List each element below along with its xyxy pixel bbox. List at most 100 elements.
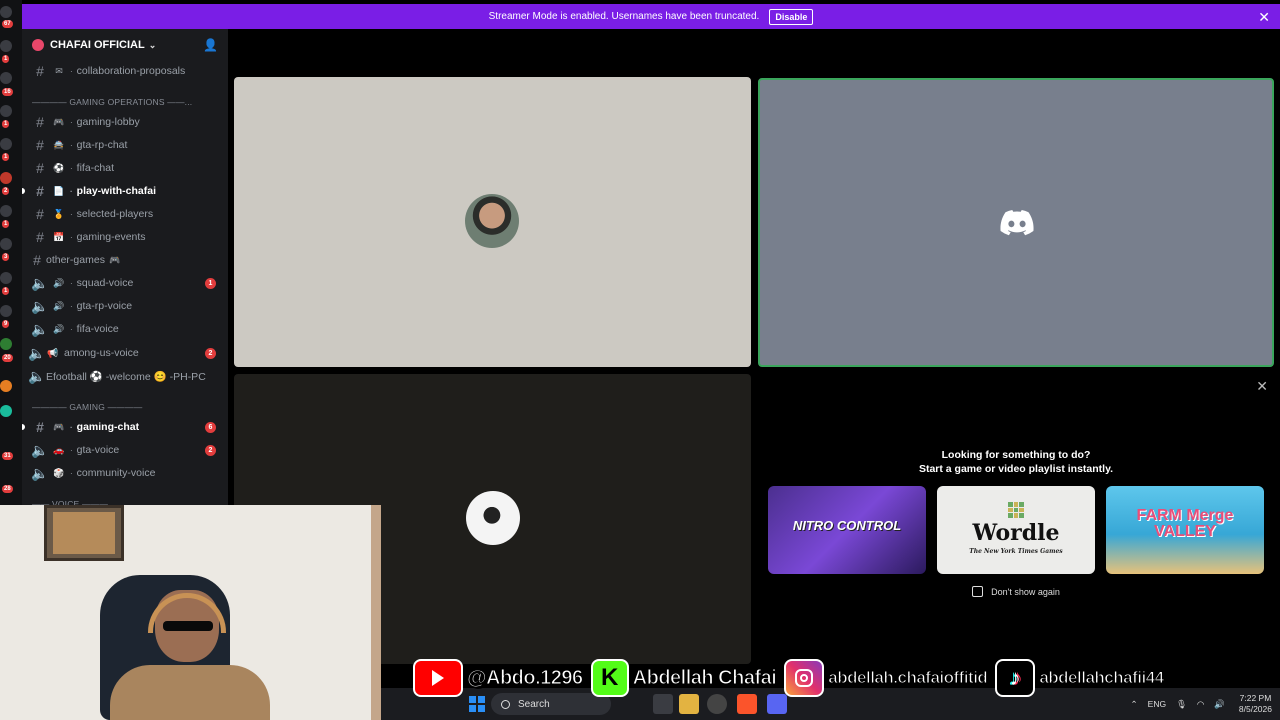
- hash-icon: #: [36, 137, 44, 153]
- server-badge: 1: [2, 153, 10, 161]
- hash-icon: #: [36, 114, 44, 130]
- dice-icon: 🎲: [53, 468, 65, 478]
- close-icon[interactable]: ✕: [1258, 9, 1270, 26]
- server-badge: 1: [2, 120, 10, 128]
- hash-icon: #: [36, 206, 44, 222]
- social-overlay: @Abdo.1296 K Abdellah Chafai abdellah.ch…: [413, 658, 1213, 698]
- instagram-icon: [784, 659, 825, 697]
- channel-selected-players[interactable]: # 🏅 · selected-players: [22, 203, 228, 225]
- mention-badge: 6: [205, 421, 216, 433]
- banner-message: Streamer Mode is enabled. Usernames have…: [488, 11, 760, 22]
- server-icon: [32, 39, 44, 51]
- category-gaming-operations[interactable]: ———— GAMING OPERATIONS ——...: [32, 97, 192, 107]
- mail-icon: ✉: [55, 66, 63, 76]
- channel-label: fifa-chat: [76, 162, 115, 174]
- kick-handle: Abdellah Chafai: [632, 666, 777, 689]
- channel-sidebar: CHAFAI OFFICIAL ⌄ 👤 # ✉ · collaboration-p…: [22, 29, 228, 509]
- dont-show-again-checkbox[interactable]: [972, 586, 984, 597]
- channel-label: other-games: [46, 254, 105, 266]
- server-header[interactable]: CHAFAI OFFICIAL ⌄ 👤: [22, 29, 228, 61]
- channel-play-with-chafai[interactable]: # 📄 · play-with-chafai: [22, 180, 228, 202]
- server-badge: 67: [2, 20, 13, 28]
- speaker-icon: 🔈: [28, 367, 46, 384]
- channel-among-us-voice[interactable]: 🔈 📢 among-us-voice 2: [22, 342, 228, 364]
- channel-squad-voice[interactable]: 🔈 🔊 · squad-voice 1: [22, 272, 228, 294]
- channel-community-voice[interactable]: 🔈 🎲 · community-voice: [22, 462, 228, 484]
- language-indicator[interactable]: ENG: [1148, 699, 1166, 709]
- server-badge: 28: [2, 485, 13, 493]
- disable-streamer-mode-button[interactable]: Disable: [769, 8, 814, 25]
- channel-gta-rp-chat[interactable]: # 🚔 · gta-rp-chat: [22, 134, 228, 156]
- server-icon[interactable]: [0, 380, 12, 392]
- wifi-icon[interactable]: ◠: [1197, 699, 1204, 710]
- channel-label: gta-rp-chat: [76, 139, 128, 151]
- channel-label: gaming-events: [76, 231, 146, 243]
- channel-fifa-chat[interactable]: # ⚽ · fifa-chat: [22, 157, 228, 179]
- server-badge: 9: [2, 320, 10, 328]
- car-icon: 🚔: [53, 140, 65, 150]
- avatar: [465, 194, 519, 248]
- microphone-icon[interactable]: 🎙: [1176, 699, 1187, 710]
- hash-icon: #: [36, 63, 44, 79]
- server-icon[interactable]: [0, 305, 12, 317]
- channel-collaboration-proposals[interactable]: # ✉ · collaboration-proposals: [22, 60, 228, 82]
- server-icon[interactable]: [0, 105, 12, 117]
- chevron-up-icon[interactable]: ⌃: [1131, 699, 1138, 710]
- kick-icon: K: [590, 659, 629, 697]
- channel-gta-voice[interactable]: 🔈 🚗 · gta-voice 2: [22, 439, 228, 461]
- channel-efootball[interactable]: 🔈 Efootball ⚽ -welcome 😊 -PH-PC: [22, 365, 228, 387]
- activity-card-farm-merge-valley[interactable]: FARM Merge VALLEY: [1106, 486, 1264, 574]
- server-icon[interactable]: [0, 72, 12, 84]
- hash-icon: #: [36, 183, 44, 199]
- server-badge: 20: [2, 354, 13, 362]
- card-title: FARM Merge VALLEY: [1136, 507, 1234, 540]
- server-badge: 1: [2, 55, 10, 63]
- clock[interactable]: 7:22 PM 8/5/2026: [1239, 693, 1272, 715]
- speaker-icon: 🔊: [53, 278, 65, 288]
- speaker-icon: 🔊: [53, 324, 65, 334]
- volume-icon[interactable]: 🔊: [1214, 699, 1225, 710]
- server-icon[interactable]: [0, 272, 12, 284]
- server-icon[interactable]: [0, 40, 12, 52]
- server-icon[interactable]: [0, 205, 12, 217]
- discord-icon: [1000, 210, 1034, 236]
- channel-gaming-events[interactable]: # 📅 · gaming-events: [22, 226, 228, 248]
- channel-other-games[interactable]: # other-games 🎮: [22, 249, 228, 271]
- channel-fifa-voice[interactable]: 🔈 🔊 · fifa-voice: [22, 318, 228, 340]
- server-icon[interactable]: [0, 338, 12, 350]
- add-member-icon[interactable]: 👤: [203, 38, 218, 52]
- wordle-icon: [1008, 502, 1024, 518]
- server-icon[interactable]: [0, 138, 12, 150]
- activity-card-wordle[interactable]: Wordle The New York Times Games: [937, 486, 1095, 574]
- gamepad-icon: 🎮: [53, 422, 65, 432]
- hash-icon: #: [36, 229, 44, 245]
- server-icon[interactable]: [0, 405, 12, 417]
- calendar-icon: 📅: [53, 232, 65, 242]
- server-badge: 16: [2, 88, 13, 96]
- server-icon[interactable]: [0, 238, 12, 250]
- dont-show-again-label: Don't show again: [991, 586, 1060, 597]
- wall-picture: [44, 505, 124, 561]
- gamepad-icon: 🎮: [109, 255, 121, 265]
- medal-icon: 🏅: [53, 209, 65, 219]
- server-icon[interactable]: [0, 6, 12, 18]
- close-icon[interactable]: ✕: [1256, 378, 1268, 395]
- webcam-overlay: [0, 505, 381, 720]
- channel-gta-rp-voice[interactable]: 🔈 🔊 · gta-rp-voice: [22, 295, 228, 317]
- server-icon[interactable]: [0, 172, 12, 184]
- dont-show-again-row[interactable]: Don't show again: [758, 586, 1274, 597]
- activity-card-nitro-control[interactable]: NITRO CONTROL: [768, 486, 926, 574]
- video-tile-user-1[interactable]: [234, 77, 751, 367]
- speaker-icon: 🔈: [31, 320, 49, 337]
- search-label: Search: [518, 698, 550, 710]
- category-gaming[interactable]: ———— GAMING ————: [32, 402, 142, 412]
- video-tile-speaking[interactable]: [758, 78, 1274, 367]
- channel-gaming-chat[interactable]: # 🎮 · gaming-chat 6: [22, 416, 228, 438]
- channel-gaming-lobby[interactable]: # 🎮 · gaming-lobby: [22, 111, 228, 133]
- time: 7:22 PM: [1239, 693, 1272, 703]
- sunglasses: [163, 621, 213, 631]
- card-title: NITRO CONTROL: [792, 518, 902, 533]
- activity-title: Looking for something to do? Start a gam…: [918, 449, 1114, 475]
- megaphone-icon: 📢: [47, 348, 59, 358]
- screen: 67 1 16 1 1 2 1 3 1 9 20 31 28 Streamer …: [0, 0, 1280, 720]
